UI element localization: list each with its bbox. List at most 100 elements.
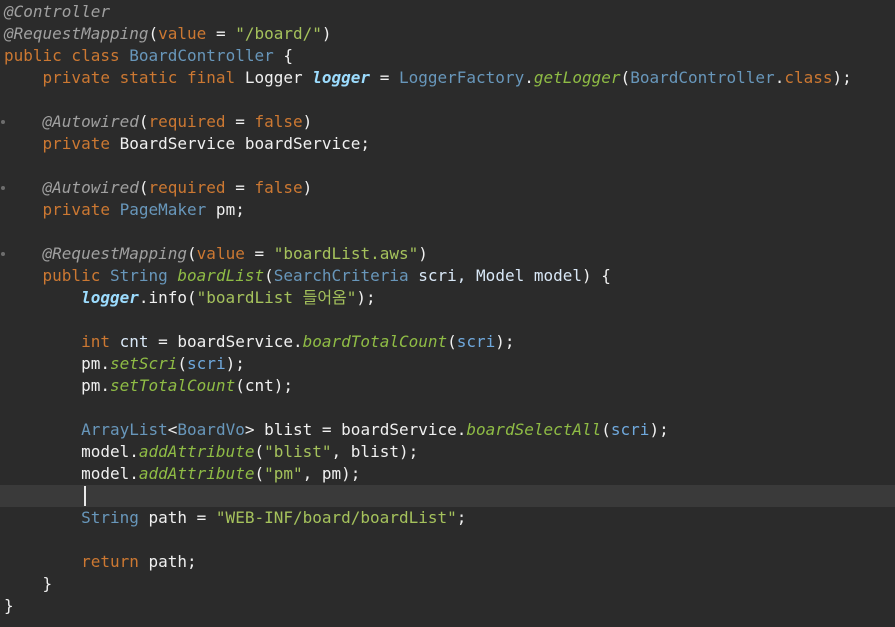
code-token: addAttribute: [138, 464, 255, 483]
code-line[interactable]: [0, 529, 895, 551]
code-token: getLogger: [533, 68, 621, 87]
code-line[interactable]: [0, 397, 895, 419]
code-line[interactable]: [0, 155, 895, 177]
code-token: scri: [456, 332, 496, 351]
code-text: logger.info("boardList 들어옴");: [4, 287, 376, 309]
code-token: (: [254, 464, 265, 483]
code-token: "/board/": [235, 24, 322, 43]
code-token: {: [273, 46, 293, 65]
code-line[interactable]: @Autowired(required = false): [0, 177, 895, 199]
code-token: }: [4, 574, 53, 593]
code-token: @Controller: [4, 2, 110, 21]
code-token: required: [148, 112, 226, 131]
code-token: "boardList 들어옴": [196, 288, 357, 307]
code-token: , blist);: [331, 442, 419, 461]
code-token: scri: [187, 354, 226, 373]
code-token: .info(: [138, 288, 197, 307]
code-token: (: [138, 178, 149, 197]
code-line[interactable]: public String boardList(SearchCriteria s…: [0, 265, 895, 287]
code-line[interactable]: [0, 89, 895, 111]
code-token: BoardController: [129, 46, 274, 65]
code-token: );: [495, 332, 515, 351]
code-token: model.: [4, 442, 139, 461]
code-line[interactable]: logger.info("boardList 들어옴");: [0, 287, 895, 309]
code-token: = boardService.: [148, 332, 303, 351]
code-line[interactable]: String path = "WEB-INF/board/boardList";: [0, 507, 895, 529]
code-token: ): [302, 112, 313, 131]
code-token: "pm": [264, 464, 303, 483]
code-line[interactable]: ArrayList<BoardVo> blist = boardService.…: [0, 419, 895, 441]
code-token: SearchCriteria: [273, 266, 409, 285]
code-token: (: [187, 244, 197, 263]
code-line[interactable]: [0, 309, 895, 331]
code-token: > blist = boardService.: [244, 420, 467, 439]
code-token: ): [418, 244, 428, 263]
code-text: }: [4, 573, 53, 595]
code-text: return path;: [4, 551, 197, 573]
code-token: ;: [456, 508, 467, 527]
code-line[interactable]: @Autowired(required = false): [0, 111, 895, 133]
code-token: return: [4, 552, 149, 571]
code-token: addAttribute: [138, 442, 255, 461]
code-token: false: [254, 112, 303, 131]
code-line[interactable]: private PageMaker pm;: [0, 199, 895, 221]
code-token: BoardVo: [177, 420, 245, 439]
code-line[interactable]: private BoardService boardService;: [0, 133, 895, 155]
code-token: value: [158, 24, 207, 43]
code-text: @RequestMapping(value = "boardList.aws"): [4, 243, 428, 265]
code-token: (: [148, 24, 159, 43]
text-cursor: [84, 486, 86, 506]
code-token: ): [302, 178, 313, 197]
code-token: ArrayList: [4, 420, 168, 439]
code-token: String: [4, 508, 139, 527]
code-line[interactable]: model.addAttribute("blist", blist);: [0, 441, 895, 463]
code-token: =: [370, 68, 399, 87]
code-text: private PageMaker pm;: [4, 199, 245, 221]
code-token: (: [264, 266, 274, 285]
code-text: model.addAttribute("blist", blist);: [4, 441, 418, 463]
code-token: (: [138, 112, 149, 131]
code-token: int: [4, 332, 120, 351]
code-token: pm.: [4, 376, 110, 395]
code-token: @RequestMapping: [4, 244, 188, 263]
code-line[interactable]: private static final Logger logger = Log…: [0, 67, 895, 89]
code-line[interactable]: }: [0, 595, 895, 617]
code-token: );: [832, 68, 852, 87]
current-line[interactable]: [0, 485, 895, 507]
code-text: model.addAttribute("pm", pm);: [4, 463, 360, 485]
code-text: private BoardService boardService;: [4, 133, 371, 155]
code-line[interactable]: @RequestMapping(value = "/board/"): [0, 23, 895, 45]
code-token: required: [148, 178, 226, 197]
code-text: @Controller: [4, 1, 110, 23]
code-line[interactable]: @Controller: [0, 1, 895, 23]
code-token: =: [244, 244, 274, 263]
code-token: cnt: [119, 332, 149, 351]
code-token: =: [225, 178, 255, 197]
code-token: String: [109, 266, 168, 285]
code-line[interactable]: public class BoardController {: [0, 45, 895, 67]
code-token: model.: [4, 464, 139, 483]
code-line[interactable]: return path;: [0, 551, 895, 573]
code-token: setTotalCount: [109, 376, 236, 395]
code-text: private static final Logger logger = Log…: [4, 67, 852, 89]
code-text: @Autowired(required = false): [4, 177, 313, 199]
code-editor[interactable]: @Controller @RequestMapping(value = "/boa…: [0, 0, 895, 627]
code-token: pm.: [4, 354, 110, 373]
code-line[interactable]: [0, 221, 895, 243]
code-line[interactable]: pm.setScri(scri);: [0, 353, 895, 375]
code-line[interactable]: }: [0, 573, 895, 595]
code-token: LoggerFactory: [398, 68, 525, 87]
code-token: Model model: [476, 266, 583, 285]
code-token: .: [774, 68, 785, 87]
code-line[interactable]: @RequestMapping(value = "boardList.aws"): [0, 243, 895, 265]
code-token: PageMaker: [119, 200, 207, 219]
code-line[interactable]: model.addAttribute("pm", pm);: [0, 463, 895, 485]
code-line[interactable]: int cnt = boardService.boardTotalCount(s…: [0, 331, 895, 353]
code-line[interactable]: pm.setTotalCount(cnt);: [0, 375, 895, 397]
code-token: scri: [610, 420, 650, 439]
code-token: (: [620, 68, 631, 87]
code-text: @Autowired(required = false): [4, 111, 313, 133]
code-token: path;: [148, 552, 197, 571]
code-token: public class: [4, 46, 130, 65]
code-token: "WEB-INF/board/boardList": [215, 508, 457, 527]
